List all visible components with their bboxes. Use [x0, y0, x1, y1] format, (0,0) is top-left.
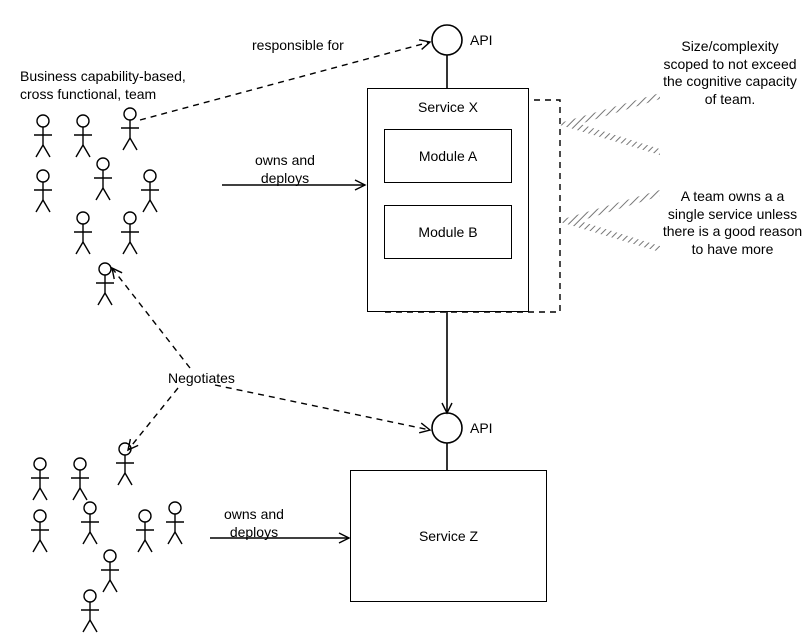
- module-b-label: Module B: [418, 224, 477, 240]
- label-api-1: API: [470, 32, 493, 50]
- module-b-box: Module B: [384, 205, 512, 259]
- module-a-label: Module A: [419, 148, 477, 164]
- team-2: [31, 443, 184, 632]
- label-responsible-for: responsible for: [252, 37, 344, 55]
- team-caption: Business capability-based, cross functio…: [20, 68, 220, 103]
- service-x-box: Service X Module A Module B: [367, 88, 529, 312]
- arrow-negotiates-right: [215, 385, 430, 430]
- arrow-negotiates-up: [112, 268, 190, 368]
- module-a-box: Module A: [384, 129, 512, 183]
- annotation-arrow-1: [560, 93, 660, 155]
- arrow-negotiates-down: [128, 388, 178, 450]
- team-1: [34, 108, 159, 305]
- annotation-arrow-2: [560, 190, 660, 252]
- service-z-box: Service Z: [350, 470, 547, 602]
- label-api-2: API: [470, 420, 493, 438]
- diagram-stage: Business capability-based, cross functio…: [0, 0, 808, 638]
- service-z-label: Service Z: [419, 528, 478, 544]
- label-owns-deploys-1: owns and deploys: [255, 152, 315, 187]
- label-cognitive: Size/complexity scoped to not exceed the…: [655, 38, 805, 108]
- label-negotiates: Negotiates: [168, 370, 235, 388]
- label-single-service: A team owns a a single service unless th…: [655, 188, 808, 258]
- label-owns-deploys-2: owns and deploys: [224, 506, 284, 541]
- api-circle-1: [432, 25, 462, 55]
- service-x-title: Service X: [368, 99, 528, 115]
- api-circle-2: [432, 413, 462, 443]
